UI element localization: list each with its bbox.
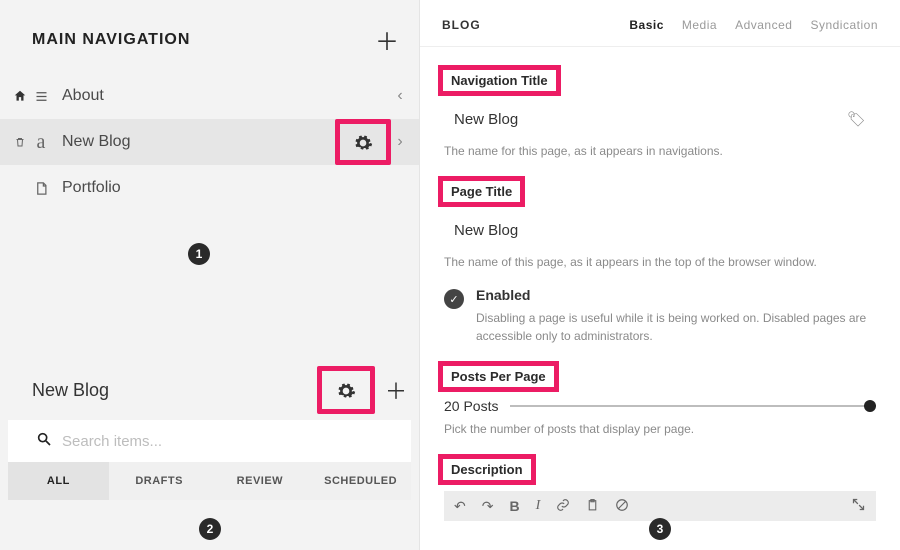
blog-items-title: New Blog [32,380,317,401]
link-icon[interactable] [556,498,570,515]
undo-icon[interactable]: ↶ [454,498,466,515]
tab-drafts[interactable]: DRAFTS [109,462,210,500]
enabled-label: Enabled [476,287,876,303]
search-icon [36,431,52,452]
search-input[interactable] [62,433,393,450]
posts-per-page-value: 20 Posts [444,398,498,414]
slider-thumb[interactable] [864,400,876,412]
posts-per-page-helper: Pick the number of posts that display pe… [444,420,876,438]
navigation-title-group: Navigation Title 🏷 The name for this pag… [444,65,876,160]
gear-icon[interactable] [346,126,380,160]
add-page-icon[interactable]: ＋ [375,22,399,57]
nav-list: About ‹ a New Blog › [0,73,419,211]
tab-scheduled[interactable]: SCHEDULED [310,462,411,500]
clear-format-icon[interactable] [615,498,629,515]
navigation-title-input[interactable] [454,111,847,128]
redo-icon[interactable]: ↷ [482,498,494,515]
chevron-left-icon: ‹ [393,87,407,105]
blog-type-icon: a [30,131,52,154]
description-toolbar: ↶ ↷ B I [444,491,876,521]
store-icon: 🏷 [847,110,866,128]
step-badge-1: 1 [188,243,210,265]
settings-panel: BLOG Basic Media Advanced Syndication Na… [420,0,900,550]
nav-item-about[interactable]: About ‹ [0,73,419,119]
settings-title: BLOG [442,18,629,32]
highlight-gear-1 [335,119,391,165]
bold-button[interactable]: B [509,498,519,514]
page-icon [30,181,52,196]
page-title-helper: The name of this page, as it appears in … [444,253,876,271]
tab-basic[interactable]: Basic [629,18,664,32]
tab-media[interactable]: Media [682,18,717,32]
nav-item-portfolio[interactable]: Portfolio [0,165,419,211]
posts-per-page-slider[interactable] [510,405,876,407]
highlight-gear-2 [317,366,375,414]
clipboard-icon[interactable] [586,498,599,515]
search-row [8,420,411,462]
navigation-title-helper: The name for this page, as it appears in… [444,142,876,160]
enabled-toggle[interactable]: ✓ [444,289,464,309]
sidebar-title: MAIN NAVIGATION [32,31,190,49]
blog-items-panel: New Blog ＋ ALL DRAFTS REVIEW SCHEDULED [0,372,419,500]
page-title-group: Page Title The name of this page, as it … [444,176,876,271]
nav-label: About [62,87,391,105]
chevron-right-icon[interactable]: › [393,133,407,151]
settings-tabs: Basic Media Advanced Syndication [629,18,878,32]
italic-button[interactable]: I [536,498,541,514]
tab-syndication[interactable]: Syndication [810,18,878,32]
filter-tabs: ALL DRAFTS REVIEW SCHEDULED [8,462,411,500]
page-title-input[interactable] [454,222,866,239]
nav-label: Portfolio [62,179,407,197]
enabled-helper: Disabling a page is useful while it is b… [476,309,876,345]
tab-all[interactable]: ALL [8,462,109,500]
menu-icon [30,89,52,104]
page-title-label: Page Title [438,176,525,207]
description-label: Description [438,454,536,485]
tab-review[interactable]: REVIEW [210,462,311,500]
enabled-group: ✓ Enabled Disabling a page is useful whi… [444,287,876,345]
trash-icon[interactable] [10,135,30,149]
nav-item-new-blog[interactable]: a New Blog › [0,119,419,165]
tab-advanced[interactable]: Advanced [735,18,792,32]
gear-icon[interactable] [328,373,364,409]
home-icon [10,89,30,103]
posts-per-page-label: Posts Per Page [438,361,559,392]
add-item-icon[interactable]: ＋ [385,374,407,406]
navigation-title-label: Navigation Title [438,65,561,96]
nav-label: New Blog [62,133,335,151]
sidebar: MAIN NAVIGATION ＋ About ‹ a New Blog [0,0,420,550]
expand-icon[interactable] [851,497,866,515]
posts-per-page-group: Posts Per Page 20 Posts Pick the number … [444,361,876,438]
description-group: Description ↶ ↷ B I [444,454,876,521]
